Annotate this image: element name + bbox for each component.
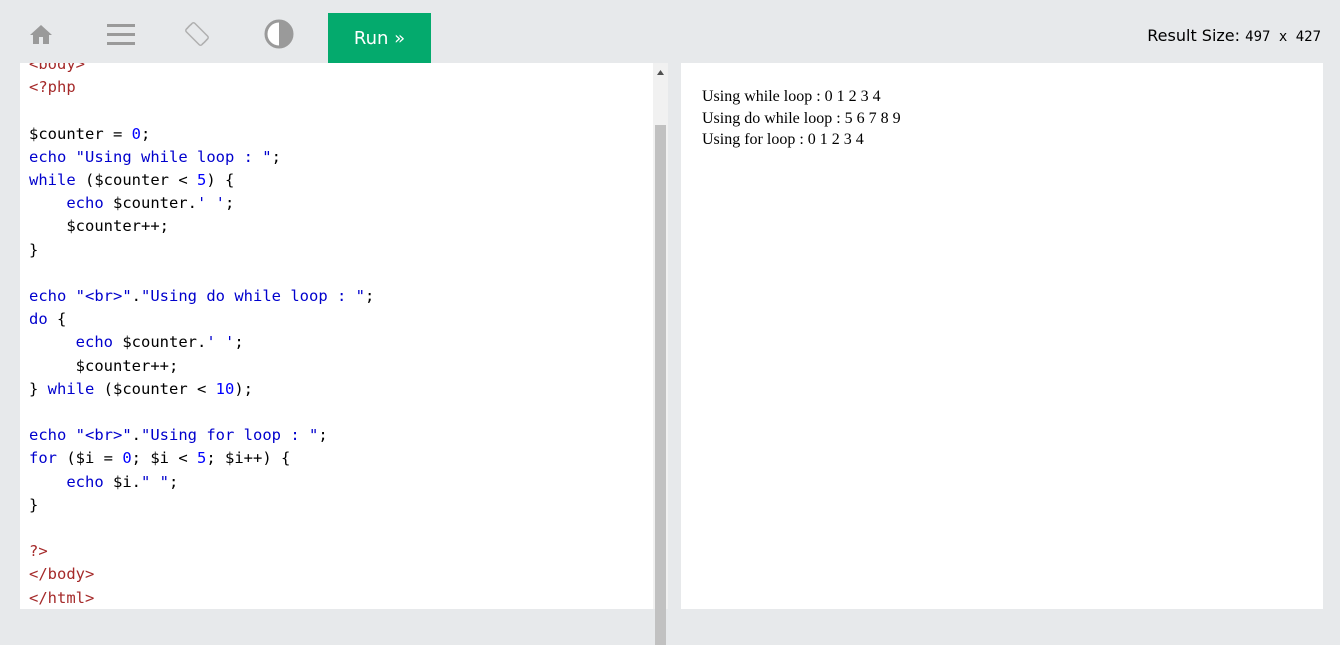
code-line: $counter++; xyxy=(66,217,169,236)
code-line: while ($counter < 5) { xyxy=(29,171,235,190)
result-size: Result Size: 497 x 427 xyxy=(1147,26,1321,45)
code-line: do { xyxy=(29,310,67,329)
code-line: } xyxy=(29,495,39,514)
contrast-icon[interactable] xyxy=(259,14,299,54)
result-size-label: Result Size: xyxy=(1147,26,1241,45)
code-line: echo "Using while loop : "; xyxy=(29,147,281,166)
code-line: for ($i = 0; $i < 5; $i++) { xyxy=(29,449,291,468)
toolbar: Run » Result Size: 497 x 427 xyxy=(0,0,1340,63)
code-line: } xyxy=(29,240,39,259)
code-line: $counter++; xyxy=(75,356,179,375)
code-line: echo "<br>"."Using for loop : "; xyxy=(29,426,328,445)
result-output: Using while loop : 0 1 2 3 4 Using do whi… xyxy=(702,86,901,151)
code-content[interactable]: <body> <?php $counter = 0; echo "Using w… xyxy=(20,63,374,609)
code-line: echo $counter.' '; xyxy=(66,194,235,213)
home-icon[interactable] xyxy=(21,14,61,54)
menu-icon[interactable] xyxy=(101,14,141,54)
code-line: </body> xyxy=(29,565,95,584)
code-line: } while ($counter < 10); xyxy=(29,379,254,398)
code-editor[interactable]: <body> <?php $counter = 0; echo "Using w… xyxy=(20,63,668,609)
scroll-up-arrow-icon[interactable] xyxy=(653,65,668,79)
result-panel: Using while loop : 0 1 2 3 4 Using do whi… xyxy=(681,63,1323,609)
code-scrollbar[interactable] xyxy=(653,63,668,645)
code-line: <body> xyxy=(29,63,85,73)
result-line: Using do while loop : 5 6 7 8 9 xyxy=(702,109,901,127)
result-line: Using for loop : 0 1 2 3 4 xyxy=(702,131,864,148)
code-line: echo $i." "; xyxy=(66,472,179,491)
code-line: echo $counter.' '; xyxy=(75,333,244,352)
result-size-value: 497 x 427 xyxy=(1245,29,1321,45)
result-line: Using while loop : 0 1 2 3 4 xyxy=(702,88,881,105)
code-line: <?php xyxy=(29,78,76,97)
code-line: echo "<br>"."Using do while loop : "; xyxy=(29,287,375,306)
rotate-icon[interactable] xyxy=(177,14,217,54)
code-line: </html> xyxy=(29,588,95,607)
scroll-thumb[interactable] xyxy=(655,125,666,645)
run-button[interactable]: Run » xyxy=(328,13,431,63)
code-line: ?> xyxy=(29,542,48,561)
code-line: $counter = 0; xyxy=(29,124,151,143)
